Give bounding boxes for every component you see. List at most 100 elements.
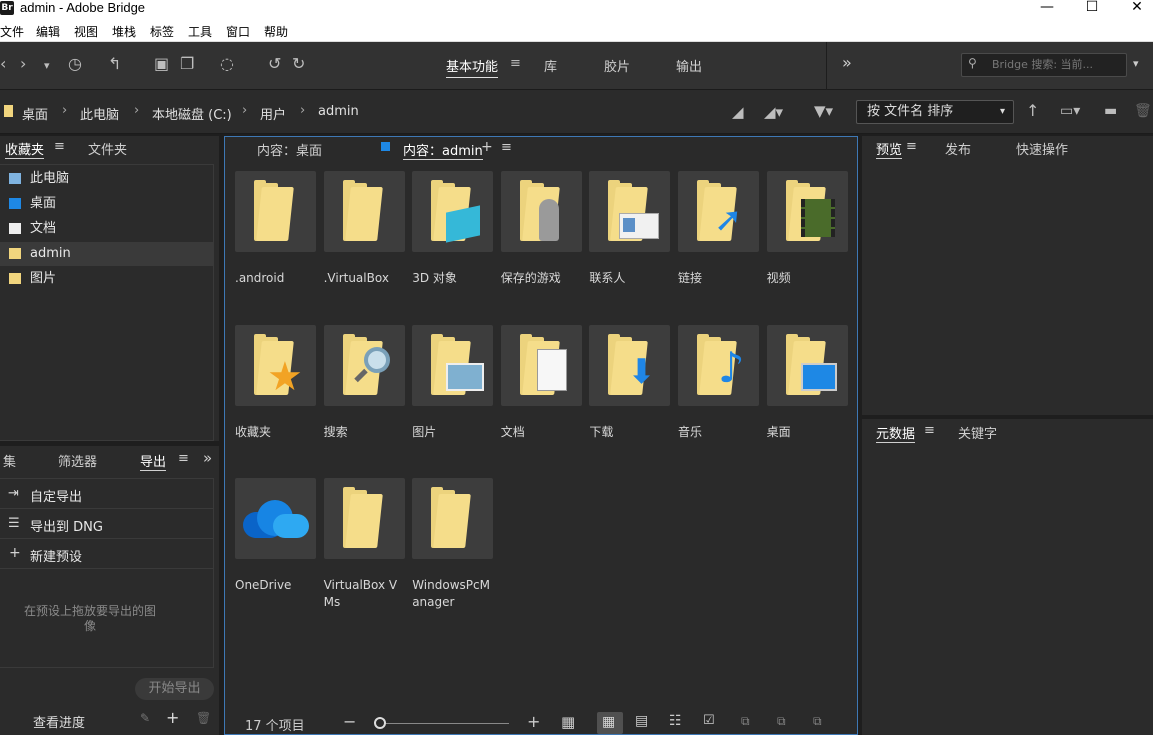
thumbnail-item[interactable]: ➚: [678, 171, 759, 252]
tab-content-admin[interactable]: 内容：admin: [403, 140, 483, 160]
new-folder-icon[interactable]: ▬: [1104, 101, 1117, 121]
thumbnail-label[interactable]: 保存的游戏: [501, 270, 583, 287]
thumbnail-label[interactable]: VirtualBox VMs: [324, 577, 406, 611]
thumbnail-label[interactable]: 链接: [678, 270, 760, 287]
maximize-button[interactable]: ☐: [1070, 0, 1114, 20]
view-option-icon[interactable]: ⧉: [741, 714, 750, 729]
panel-menu-icon[interactable]: ≡: [54, 139, 65, 154]
workspace-basic[interactable]: 基本功能: [446, 56, 499, 78]
view-option-icon[interactable]: ⧉: [813, 714, 822, 729]
more-workspaces-icon[interactable]: »: [842, 53, 852, 72]
thumbnail-label[interactable]: OneDrive: [235, 577, 317, 594]
thumbnail-item[interactable]: ♪: [678, 324, 759, 406]
thumbnail-label[interactable]: 下载: [589, 424, 671, 441]
thumbnail-item[interactable]: [500, 171, 582, 252]
workspace-output[interactable]: 输出: [676, 56, 702, 75]
export-item-new-preset[interactable]: + 新建预设: [0, 539, 213, 569]
panel-menu-icon[interactable]: ≡: [924, 423, 935, 438]
thumbnail-view-button[interactable]: ▦: [597, 712, 623, 734]
breadcrumb-desktop[interactable]: 桌面: [22, 104, 48, 123]
thumbnail-item[interactable]: [589, 171, 671, 252]
favorite-admin[interactable]: admin: [0, 242, 213, 266]
tab-preview[interactable]: 预览: [876, 139, 903, 159]
panel-menu-icon[interactable]: ≡: [178, 451, 189, 466]
forward-icon[interactable]: ›: [20, 54, 26, 74]
delete-icon[interactable]: 🗑: [1134, 101, 1152, 121]
search-dropdown-icon[interactable]: ▾: [1133, 57, 1139, 70]
thumbnail-item[interactable]: ★: [235, 324, 316, 406]
workspace-filmstrip[interactable]: 胶片: [604, 56, 630, 75]
menu-file[interactable]: 文件: [0, 23, 24, 40]
menu-label[interactable]: 标签: [150, 23, 174, 40]
back-icon[interactable]: ‹: [0, 54, 6, 74]
thumbnail-label[interactable]: 视频: [767, 270, 849, 287]
checkbox-icon[interactable]: ☑: [703, 713, 715, 728]
thumbnail-item[interactable]: [412, 171, 494, 252]
more-panels-icon[interactable]: »: [203, 449, 212, 467]
thumbnail-size-slider[interactable]: [375, 723, 509, 724]
thumbnail-label[interactable]: 联系人: [589, 270, 671, 287]
thumbnail-label[interactable]: 桌面: [767, 424, 849, 441]
start-export-button[interactable]: 开始导出: [135, 678, 214, 700]
thumbnail-label[interactable]: .VirtualBox: [324, 270, 406, 287]
menu-stack[interactable]: 堆栈: [112, 23, 136, 40]
refine-icon[interactable]: ❐: [180, 54, 194, 74]
add-tab-icon[interactable]: +: [481, 139, 493, 155]
sort-ascending-icon[interactable]: ↑: [1026, 101, 1039, 121]
thumbnail-item[interactable]: [235, 478, 316, 559]
search-input[interactable]: Bridge 搜索: 当前...: [961, 53, 1127, 77]
thumbnail-label[interactable]: .android: [235, 270, 317, 287]
thumbnail-item[interactable]: [766, 171, 848, 252]
open-in-camera-raw-icon[interactable]: ◌: [220, 54, 234, 74]
recent-history-icon[interactable]: ◷: [68, 54, 82, 74]
minimize-button[interactable]: —: [1025, 0, 1069, 20]
thumbnail-item[interactable]: [323, 478, 405, 559]
thumbnail-item[interactable]: [500, 324, 582, 406]
return-to-photoshop-icon[interactable]: ↰: [108, 54, 121, 74]
add-icon[interactable]: +: [166, 708, 179, 727]
thumbnail-item[interactable]: [235, 171, 316, 252]
panel-menu-icon[interactable]: ≡: [906, 139, 917, 154]
list-view-icon[interactable]: ☷: [669, 713, 682, 729]
thumbnail-item[interactable]: [323, 324, 405, 406]
thumbnail-label[interactable]: 音乐: [678, 424, 760, 441]
favorite-documents[interactable]: 文档: [0, 217, 213, 241]
tab-publish[interactable]: 发布: [945, 139, 971, 158]
rotate-left-icon[interactable]: ↺: [268, 54, 281, 74]
breadcrumb-local-disk[interactable]: 本地磁盘 (C:): [152, 104, 232, 123]
export-item-custom[interactable]: ⇥ 自定导出: [0, 479, 213, 509]
export-item-dng[interactable]: ☰ 导出到 DNG: [0, 509, 213, 539]
menu-help[interactable]: 帮助: [264, 23, 288, 40]
menu-tools[interactable]: 工具: [188, 23, 212, 40]
tab-favorites[interactable]: 收藏夹: [5, 139, 45, 159]
menu-view[interactable]: 视图: [74, 23, 98, 40]
thumbnail-label[interactable]: WindowsPcManager: [412, 577, 494, 611]
details-view-icon[interactable]: ▤: [635, 713, 648, 729]
filter-icon[interactable]: ▼▾: [814, 101, 833, 121]
favorite-this-pc[interactable]: 此电脑: [0, 167, 213, 191]
edit-icon[interactable]: ✎: [140, 711, 150, 725]
delete-icon[interactable]: 🗑: [196, 711, 211, 725]
view-option-icon[interactable]: ⧉: [777, 714, 786, 729]
breadcrumb-this-pc[interactable]: 此电脑: [80, 104, 119, 123]
close-button[interactable]: ✕: [1115, 0, 1153, 20]
tab-collections[interactable]: 集: [0, 451, 16, 470]
menu-window[interactable]: 窗口: [226, 23, 250, 40]
tab-metadata[interactable]: 元数据: [876, 423, 916, 443]
quality-icon[interactable]: ◢: [732, 102, 744, 122]
thumbnail-label[interactable]: 收藏夹: [235, 424, 317, 441]
tab-folders[interactable]: 文件夹: [88, 139, 127, 158]
slider-handle[interactable]: [374, 717, 386, 729]
tab-content-desktop[interactable]: 内容：桌面: [257, 140, 322, 159]
favorite-desktop[interactable]: 桌面: [0, 192, 213, 216]
tab-quick-actions[interactable]: 快速操作: [1016, 139, 1068, 158]
view-progress-link[interactable]: 查看进度: [33, 712, 85, 731]
thumbnail-label[interactable]: 文档: [501, 424, 583, 441]
thumbnail-label[interactable]: 搜索: [324, 424, 406, 441]
thumbnail-item[interactable]: [323, 171, 405, 252]
open-recent-folder-icon[interactable]: ▭▾: [1060, 101, 1080, 121]
workspace-menu-icon[interactable]: ≡: [510, 56, 521, 71]
grid-lock-icon[interactable]: ▦: [561, 713, 575, 731]
favorite-pictures[interactable]: 图片: [0, 267, 213, 291]
get-photos-camera-icon[interactable]: ▣: [154, 54, 169, 74]
